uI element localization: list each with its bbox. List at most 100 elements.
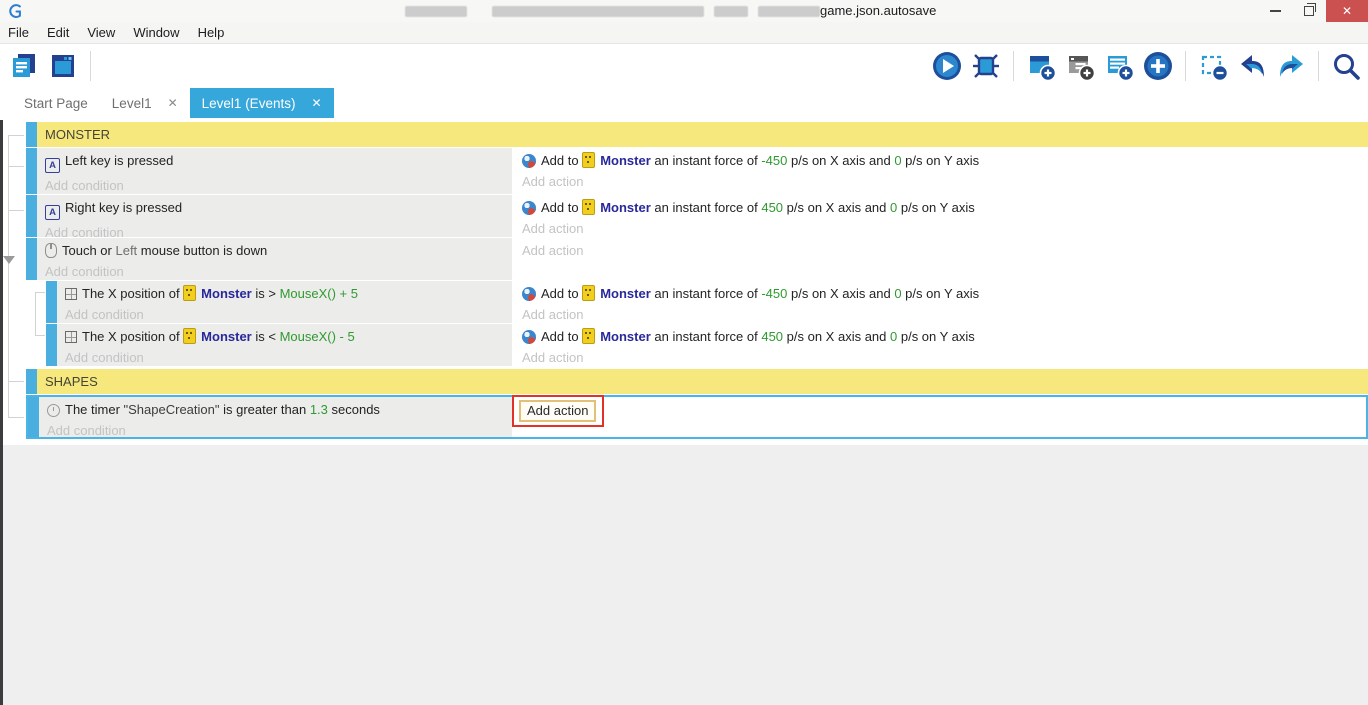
event-row[interactable]: The timer "ShapeCreation" is greater tha… <box>0 395 1368 439</box>
actions-cell[interactable]: Add action <box>512 395 1366 437</box>
actions-cell[interactable]: Add action <box>514 238 1368 280</box>
search-button[interactable] <box>1330 50 1362 82</box>
add-action-button[interactable]: Add action <box>514 345 1368 366</box>
text-segment: is <box>251 286 269 301</box>
actions-cell[interactable]: Add to Monster an instant force of -450 … <box>514 281 1368 323</box>
redo-icon <box>1279 54 1303 77</box>
event-body: Right key is pressedAdd conditionAdd to … <box>26 195 1368 240</box>
conditions-cell[interactable]: Left key is pressed Add condition <box>37 148 512 194</box>
monster-icon <box>582 199 596 215</box>
text-segment: The timer <box>65 402 124 417</box>
add-event-button[interactable] <box>1025 50 1057 82</box>
add-condition-button[interactable]: Add condition <box>37 259 512 280</box>
menu-edit[interactable]: Edit <box>47 25 79 40</box>
text-segment: -450 <box>761 286 788 301</box>
conditions-cell[interactable]: Touch or Left mouse button is down Add co… <box>37 238 512 280</box>
project-manager-button[interactable] <box>8 50 40 82</box>
play-button[interactable] <box>931 50 963 82</box>
event-row[interactable]: Right key is pressedAdd conditionAdd to … <box>0 195 1368 240</box>
group-header-label[interactable]: MONSTER <box>37 122 1368 147</box>
event-drag-handle[interactable] <box>46 281 57 323</box>
condition-line[interactable]: Left key is pressed <box>37 148 512 173</box>
debug-button[interactable] <box>970 50 1002 82</box>
add-sub-event-button[interactable] <box>1064 50 1096 82</box>
close-button[interactable]: ✕ <box>1326 0 1368 22</box>
add-something-button[interactable] <box>1142 50 1174 82</box>
event-drag-handle[interactable] <box>26 122 37 147</box>
menu-window[interactable]: Window <box>133 25 189 40</box>
undo-button[interactable] <box>1236 50 1268 82</box>
menu-file[interactable]: File <box>8 25 39 40</box>
add-condition-button[interactable]: Add condition <box>57 345 512 366</box>
conditions-cell[interactable]: The timer "ShapeCreation" is greater tha… <box>39 397 512 439</box>
text-segment: p/s on Y axis <box>897 200 975 215</box>
condition-line[interactable]: Right key is pressed <box>37 195 512 220</box>
group-header-label[interactable]: SHAPES <box>37 369 1368 394</box>
tab-level1[interactable]: Level1 ✕ <box>100 88 190 118</box>
event-drag-handle[interactable] <box>46 324 57 366</box>
action-line[interactable]: Add to Monster an instant force of -450 … <box>514 281 1368 302</box>
text-segment: Left <box>115 243 138 258</box>
text-segment: p/s on X axis and <box>787 286 895 301</box>
event-drag-handle[interactable] <box>26 148 37 194</box>
text-segment: p/s on Y axis <box>897 329 975 344</box>
toolbar-separator <box>90 51 91 81</box>
scene-editor-button[interactable] <box>47 50 79 82</box>
event-drag-handle[interactable] <box>26 369 37 394</box>
menu-view[interactable]: View <box>87 25 125 40</box>
add-action-button[interactable]: Add action <box>514 302 1368 323</box>
add-action-button[interactable]: Add action <box>514 216 1368 237</box>
condition-line[interactable]: Touch or Left mouse button is down <box>37 238 512 259</box>
add-comment-button[interactable] <box>1103 50 1135 82</box>
event-row[interactable]: The X position of Monster is > MouseX() … <box>0 281 1368 323</box>
tab-close-icon[interactable]: ✕ <box>311 96 321 110</box>
actions-cell[interactable]: Add to Monster an instant force of 450 p… <box>514 195 1368 237</box>
redo-button[interactable] <box>1275 50 1307 82</box>
conditions-cell[interactable]: The X position of Monster is > MouseX() … <box>57 281 512 323</box>
add-action-button[interactable]: Add action <box>514 169 1368 190</box>
remove-selection-icon <box>1201 55 1228 81</box>
add-action-button[interactable]: Add action <box>514 238 1368 259</box>
event-drag-handle[interactable] <box>28 397 39 437</box>
tab-close-icon[interactable]: ✕ <box>168 96 178 110</box>
actions-cell[interactable]: Add to Monster an instant force of -450 … <box>514 148 1368 194</box>
event-indent <box>0 281 46 323</box>
monster-icon <box>183 328 197 344</box>
remove-selection-button[interactable] <box>1197 50 1229 82</box>
menu-help[interactable]: Help <box>198 25 235 40</box>
add-condition-button[interactable]: Add condition <box>57 302 512 323</box>
search-icon <box>1333 53 1360 80</box>
minimize-button[interactable] <box>1258 0 1292 22</box>
text-segment: p/s on X axis and <box>783 200 890 215</box>
tab-start-page[interactable]: Start Page <box>12 88 100 118</box>
add-condition-button[interactable]: Add condition <box>37 173 512 194</box>
minimize-icon <box>1269 10 1281 12</box>
conditions-cell[interactable]: The X position of Monster is < MouseX() … <box>57 324 512 366</box>
restore-button[interactable] <box>1292 0 1326 22</box>
condition-line[interactable]: The X position of Monster is > MouseX() … <box>57 281 512 302</box>
menubar: File Edit View Window Help <box>0 22 1368 44</box>
tab-level1-events-[interactable]: Level1 (Events) ✕ <box>189 88 334 118</box>
action-line[interactable]: Add to Monster an instant force of -450 … <box>514 148 1368 169</box>
event-drag-handle[interactable] <box>26 195 37 237</box>
action-line[interactable]: Add to Monster an instant force of 450 p… <box>514 324 1368 345</box>
text-segment: 1.3 <box>309 402 328 417</box>
add-action-button[interactable]: Add action <box>519 400 597 422</box>
actions-cell[interactable]: Add to Monster an instant force of 450 p… <box>514 324 1368 366</box>
add-condition-button[interactable]: Add condition <box>39 418 512 439</box>
event-indent <box>0 148 26 194</box>
event-drag-handle[interactable] <box>26 238 37 280</box>
text-segment: 0 <box>894 286 902 301</box>
event-row[interactable]: Left key is pressedAdd conditionAdd to M… <box>0 148 1368 194</box>
conditions-cell[interactable]: Right key is pressedAdd condition <box>37 195 512 240</box>
monster-icon <box>582 152 596 168</box>
event-row[interactable]: Touch or Left mouse button is down Add co… <box>0 238 1368 280</box>
event-indent <box>0 122 26 147</box>
action-line[interactable]: Add to Monster an instant force of 450 p… <box>514 195 1368 216</box>
event-row[interactable]: The X position of Monster is < MouseX() … <box>0 324 1368 366</box>
text-segment: MouseX() + 5 <box>279 286 358 301</box>
force-icon <box>522 154 536 168</box>
condition-line[interactable]: The timer "ShapeCreation" is greater tha… <box>39 397 512 418</box>
text-segment: Monster <box>600 329 651 344</box>
condition-line[interactable]: The X position of Monster is < MouseX() … <box>57 324 512 345</box>
